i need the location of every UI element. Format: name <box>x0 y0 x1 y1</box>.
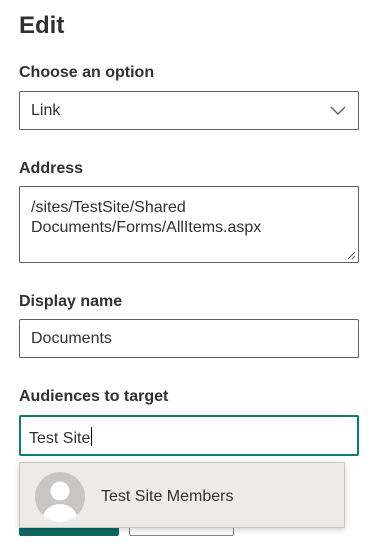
people-suggestions-dropdown: Test Site Members <box>19 462 345 528</box>
address-label: Address <box>19 160 84 177</box>
panel-title: Edit <box>19 12 65 39</box>
suggestion-item[interactable]: Test Site Members <box>20 463 344 527</box>
person-avatar-icon <box>35 472 85 522</box>
audiences-input-value: Test Site <box>29 430 91 447</box>
option-select[interactable]: Link <box>19 91 359 130</box>
suggestion-name: Test Site Members <box>101 488 234 505</box>
audiences-label: Audiences to target <box>19 388 169 405</box>
option-select-value: Link <box>31 102 61 119</box>
resize-grip-icon[interactable] <box>346 250 356 260</box>
text-caret <box>91 427 93 446</box>
choose-option-label: Choose an option <box>19 64 155 81</box>
address-field[interactable]: /sites/TestSite/Shared Documents/Forms/A… <box>19 186 359 263</box>
display-name-field[interactable]: Documents <box>19 319 359 358</box>
address-value: /sites/TestSite/Shared Documents/Forms/A… <box>31 199 262 236</box>
display-name-value: Documents <box>31 330 112 347</box>
display-name-label: Display name <box>19 293 123 310</box>
chevron-down-icon <box>330 106 346 115</box>
audiences-input[interactable]: Test Site <box>19 415 359 456</box>
